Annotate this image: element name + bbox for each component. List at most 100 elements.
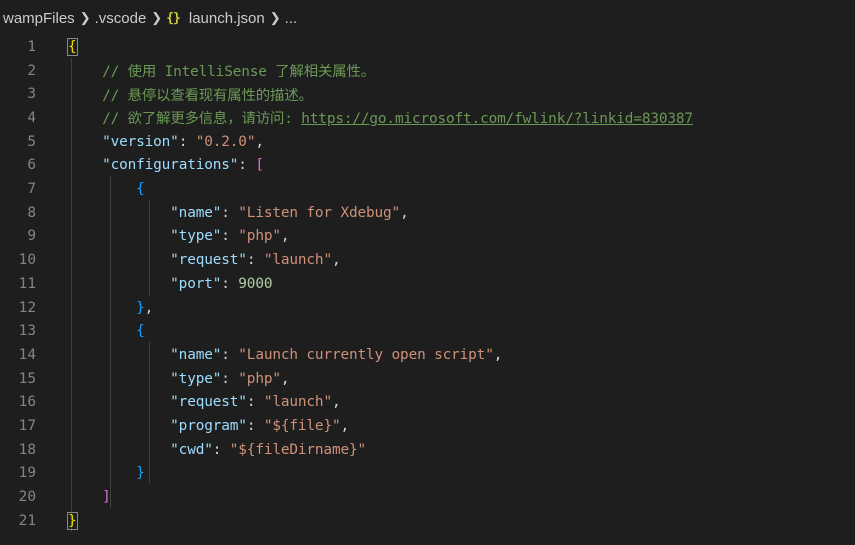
- code-token: }: [136, 299, 145, 316]
- code-text: "version": "0.2.0",: [68, 134, 264, 150]
- code-text: ]: [68, 489, 111, 505]
- line-number: 19: [18, 465, 36, 482]
- code-line[interactable]: 2 // 使用 IntelliSense 了解相关属性。: [0, 59, 855, 83]
- code-text: "port": 9000: [68, 276, 272, 292]
- code-token: "port": [170, 275, 222, 292]
- code-editor[interactable]: wampFiles ❯ .vscode ❯ {} launch.json ❯ .…: [0, 0, 855, 545]
- code-text: {: [68, 181, 145, 197]
- line-number: 12: [18, 299, 36, 316]
- code-area[interactable]: 1{2 // 使用 IntelliSense 了解相关属性。 3 // 悬停以查看…: [0, 34, 855, 545]
- code-line[interactable]: 6 "configurations": [: [0, 154, 855, 178]
- code-line[interactable]: 21}: [0, 509, 855, 533]
- code-token: ,: [280, 370, 290, 387]
- code-token: {: [67, 37, 78, 56]
- code-text: }: [68, 465, 145, 481]
- code-token: "launch": [263, 394, 332, 411]
- line-number: 20: [18, 489, 36, 506]
- code-token: "Launch currently open script": [238, 346, 494, 363]
- code-token: // 欲了解更多信息，请访问:: [102, 111, 302, 128]
- code-token: :: [246, 418, 264, 435]
- code-line[interactable]: 19 }: [0, 462, 855, 486]
- code-line[interactable]: 1{: [0, 35, 855, 59]
- breadcrumb-item-more[interactable]: ...: [285, 10, 298, 27]
- code-line[interactable]: 16 "request": "launch",: [0, 391, 855, 415]
- code-line[interactable]: 8 "name": "Listen for Xdebug",: [0, 201, 855, 225]
- code-line[interactable]: 9 "type": "php",: [0, 225, 855, 249]
- code-line[interactable]: 20 ]: [0, 485, 855, 509]
- breadcrumb-item-wampfiles[interactable]: wampFiles: [3, 10, 75, 27]
- chevron-right-icon: ❯: [151, 10, 163, 25]
- code-line[interactable]: 14 "name": "Launch currently open script…: [0, 343, 855, 367]
- code-token: ,: [255, 133, 264, 150]
- code-line[interactable]: 13 {: [0, 319, 855, 343]
- code-token: ,: [340, 418, 349, 435]
- code-token: "php": [238, 370, 281, 387]
- code-token: "request": [170, 394, 247, 411]
- code-token: 9000: [238, 275, 273, 292]
- code-line[interactable]: 4 // 欲了解更多信息，请访问: https://go.microsoft.c…: [0, 106, 855, 130]
- code-text: "name": "Listen for Xdebug",: [68, 205, 409, 221]
- line-number: 8: [27, 204, 36, 221]
- code-token: "type": [170, 370, 222, 387]
- code-line[interactable]: 5 "version": "0.2.0",: [0, 130, 855, 154]
- code-token: ,: [400, 204, 409, 221]
- code-line[interactable]: 12 },: [0, 296, 855, 320]
- code-token: "0.2.0": [195, 133, 256, 150]
- line-number: 15: [18, 370, 36, 387]
- line-number: 14: [18, 346, 36, 363]
- code-text: "cwd": "${fileDirname}": [68, 442, 366, 458]
- code-token: :: [178, 133, 196, 150]
- code-text: {: [67, 37, 78, 56]
- breadcrumb-item-launch-json[interactable]: launch.json: [189, 10, 265, 27]
- code-token: }: [136, 465, 145, 482]
- line-number: 4: [27, 109, 36, 126]
- link-url[interactable]: https://go.microsoft.com/fwlink/?linkid=…: [301, 111, 693, 127]
- code-token: ,: [280, 228, 290, 245]
- line-number: 6: [27, 157, 36, 174]
- code-line[interactable]: 15 "type": "php",: [0, 367, 855, 391]
- code-token: "${file}": [263, 418, 341, 435]
- code-token: "request": [170, 252, 247, 269]
- line-number: 18: [18, 441, 36, 458]
- line-number: 3: [27, 86, 36, 103]
- line-number: 11: [18, 275, 36, 292]
- code-token: [: [255, 157, 264, 174]
- code-text: "name": "Launch currently open script",: [68, 347, 502, 363]
- code-token: "name": [170, 346, 222, 363]
- code-text: "type": "php",: [68, 371, 289, 387]
- code-token: "type": [170, 228, 222, 245]
- code-text: },: [68, 300, 153, 316]
- code-line[interactable]: 17 "program": "${file}",: [0, 414, 855, 438]
- line-number: 5: [27, 133, 36, 150]
- code-line[interactable]: 11 "port": 9000: [0, 272, 855, 296]
- line-number: 17: [18, 418, 36, 435]
- code-line[interactable]: 10 "request": "launch",: [0, 248, 855, 272]
- breadcrumb-item-vscode[interactable]: .vscode: [95, 10, 147, 27]
- code-text: // 欲了解更多信息，请访问: https://go.microsoft.com…: [68, 107, 693, 128]
- code-line[interactable]: 18 "cwd": "${fileDirname}": [0, 438, 855, 462]
- code-line[interactable]: 3 // 悬停以查看现有属性的描述。: [0, 82, 855, 106]
- code-token: ,: [331, 394, 341, 411]
- code-token: :: [221, 228, 239, 245]
- code-token: "configurations": [102, 157, 239, 174]
- code-line[interactable]: 7 {: [0, 177, 855, 201]
- code-token: }: [67, 511, 78, 530]
- json-braces-icon: {}: [166, 10, 181, 26]
- line-number: 13: [18, 323, 36, 340]
- code-text: }: [67, 511, 78, 530]
- code-token: :: [221, 275, 239, 292]
- code-text: "request": "launch",: [68, 394, 340, 410]
- code-text: // 悬停以查看现有属性的描述。: [68, 84, 313, 105]
